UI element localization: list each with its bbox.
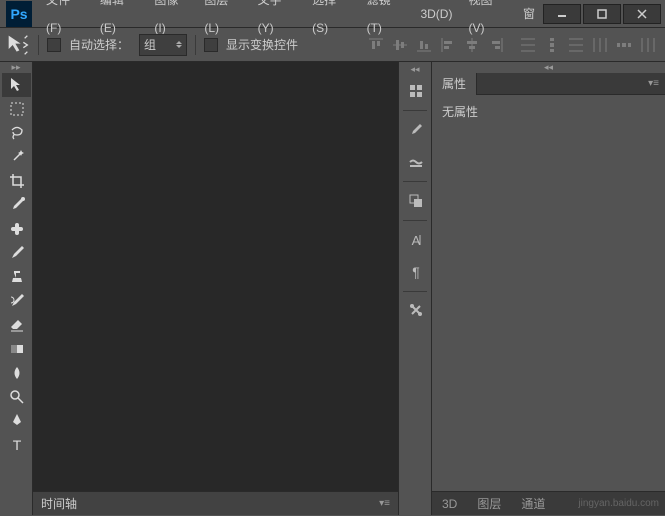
panel-collapse-handle[interactable]: ◂◂ bbox=[432, 62, 665, 73]
clone-source-panel-icon[interactable] bbox=[401, 186, 430, 216]
move-tool[interactable] bbox=[2, 73, 31, 97]
window-controls bbox=[543, 4, 665, 24]
properties-empty-text: 无属性 bbox=[442, 105, 478, 119]
tab-3d[interactable]: 3D bbox=[432, 492, 467, 516]
brush-panel-icon[interactable] bbox=[401, 115, 430, 145]
timeline-panel[interactable]: 时间轴 ▾≡ bbox=[33, 491, 398, 515]
eraser-tool[interactable] bbox=[2, 313, 31, 337]
separator bbox=[403, 220, 427, 221]
brush-presets-panel-icon[interactable] bbox=[401, 147, 430, 177]
dropdown-arrows-icon bbox=[176, 41, 182, 48]
align-bottom-icon[interactable] bbox=[413, 34, 435, 56]
collapsed-panels-dock: ◂◂ A ¶ bbox=[399, 62, 432, 515]
svg-text:T: T bbox=[12, 437, 21, 453]
maximize-button[interactable] bbox=[583, 4, 621, 24]
align-buttons bbox=[365, 34, 659, 56]
brush-tool[interactable] bbox=[2, 241, 31, 265]
pen-tool[interactable] bbox=[2, 409, 31, 433]
watermark-text: jingyan.baidu.com bbox=[578, 498, 665, 509]
properties-panel-tabs: 属性 ▾≡ bbox=[432, 73, 665, 95]
properties-panel-body: 无属性 bbox=[432, 95, 665, 491]
dock-collapse-handle[interactable]: ◂◂ bbox=[399, 64, 431, 75]
lasso-tool[interactable] bbox=[2, 121, 31, 145]
minimize-button[interactable] bbox=[543, 4, 581, 24]
canvas-area: 时间轴 ▾≡ bbox=[33, 62, 399, 515]
magic-wand-tool[interactable] bbox=[2, 145, 31, 169]
svg-text:¶: ¶ bbox=[412, 264, 420, 280]
align-right-icon[interactable] bbox=[485, 34, 507, 56]
toolbox: ▸▸ T bbox=[0, 62, 33, 515]
menu-window[interactable]: 窗 bbox=[515, 0, 543, 28]
distribute-vcenter-icon[interactable] bbox=[541, 34, 563, 56]
history-panel-icon[interactable] bbox=[401, 76, 430, 106]
tab-layers[interactable]: 图层 bbox=[467, 492, 511, 516]
crop-tool[interactable] bbox=[2, 169, 31, 193]
align-left-icon[interactable] bbox=[437, 34, 459, 56]
separator bbox=[403, 291, 427, 292]
healing-brush-tool[interactable] bbox=[2, 217, 31, 241]
marquee-tool[interactable] bbox=[2, 97, 31, 121]
tab-properties[interactable]: 属性 bbox=[432, 73, 477, 95]
tool-presets-panel-icon[interactable] bbox=[401, 296, 430, 326]
separator bbox=[403, 181, 427, 182]
auto-select-checkbox[interactable] bbox=[47, 38, 61, 52]
close-button[interactable] bbox=[623, 4, 661, 24]
align-hcenter-icon[interactable] bbox=[461, 34, 483, 56]
history-brush-tool[interactable] bbox=[2, 289, 31, 313]
separator bbox=[38, 35, 39, 55]
distribute-left-icon[interactable] bbox=[589, 34, 611, 56]
distribute-right-icon[interactable] bbox=[637, 34, 659, 56]
timeline-label: 时间轴 bbox=[41, 495, 77, 512]
paragraph-panel-icon[interactable]: ¶ bbox=[401, 257, 430, 287]
align-vcenter-icon[interactable] bbox=[389, 34, 411, 56]
gradient-tool[interactable] bbox=[2, 337, 31, 361]
type-tool[interactable]: T bbox=[2, 433, 31, 457]
distribute-hcenter-icon[interactable] bbox=[613, 34, 635, 56]
panel-menu-icon[interactable]: ▾≡ bbox=[648, 78, 665, 89]
svg-text:A: A bbox=[411, 233, 420, 248]
show-transform-label: 显示变换控件 bbox=[226, 36, 298, 53]
dodge-tool[interactable] bbox=[2, 385, 31, 409]
right-panel-dock: ◂◂ 属性 ▾≡ 无属性 3D 图层 通道 jingyan.baidu.com bbox=[432, 62, 665, 515]
tab-channels[interactable]: 通道 bbox=[511, 492, 555, 516]
blur-tool[interactable] bbox=[2, 361, 31, 385]
align-top-icon[interactable] bbox=[365, 34, 387, 56]
app-logo: Ps bbox=[6, 1, 32, 27]
eyedropper-tool[interactable] bbox=[2, 193, 31, 217]
character-panel-icon[interactable]: A bbox=[401, 225, 430, 255]
workspace: ▸▸ T 时间轴 ▾≡ ◂◂ A ¶ bbox=[0, 62, 665, 515]
separator bbox=[403, 110, 427, 111]
timeline-menu-icon[interactable]: ▾≡ bbox=[379, 498, 390, 509]
toolbox-collapse-handle[interactable]: ▸▸ bbox=[0, 62, 32, 73]
bottom-panel-tabs: 3D 图层 通道 jingyan.baidu.com bbox=[432, 491, 665, 515]
title-bar: Ps 文件(F) 编辑(E) 图像(I) 图层(L) 文字(Y) 选择(S) 滤… bbox=[0, 0, 665, 28]
menu-3d[interactable]: 3D(D) bbox=[412, 0, 460, 28]
separator bbox=[195, 35, 196, 55]
canvas[interactable] bbox=[33, 62, 398, 491]
show-transform-checkbox[interactable] bbox=[204, 38, 218, 52]
distribute-bottom-icon[interactable] bbox=[565, 34, 587, 56]
clone-stamp-tool[interactable] bbox=[2, 265, 31, 289]
auto-select-label: 自动选择： bbox=[69, 36, 129, 53]
move-tool-icon bbox=[6, 33, 30, 57]
menu-select[interactable]: 选择(S) bbox=[304, 0, 359, 42]
auto-select-value: 组 bbox=[144, 36, 156, 53]
distribute-top-icon[interactable] bbox=[517, 34, 539, 56]
auto-select-dropdown[interactable]: 组 bbox=[139, 34, 187, 56]
